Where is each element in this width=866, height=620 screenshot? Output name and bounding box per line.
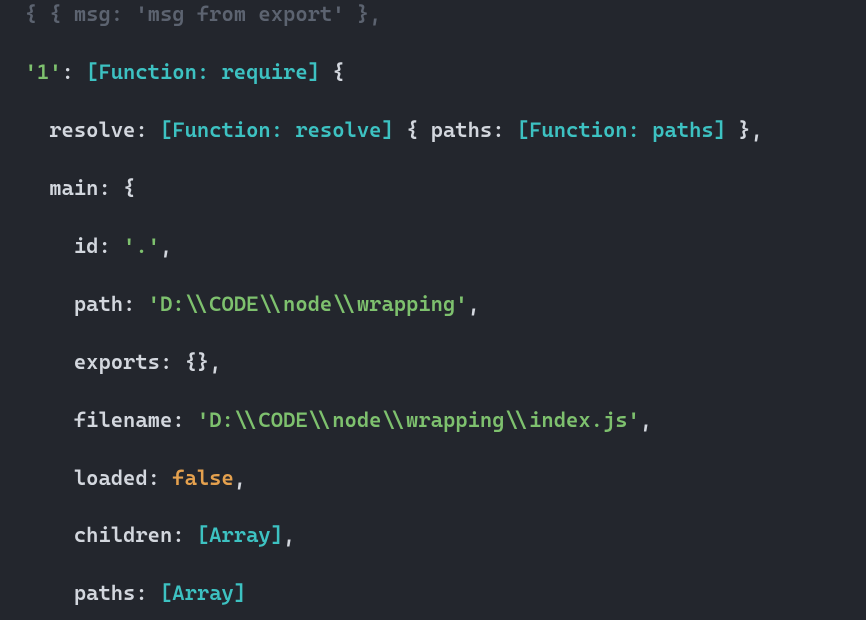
line-main-filename: filename: 'D:\\CODE\\node\\wrapping\\ind… — [0, 406, 866, 435]
line-main-path: path: 'D:\\CODE\\node\\wrapping', — [0, 290, 866, 319]
string-value: 'D:\\CODE\\node\\wrapping\\index.js' — [197, 408, 640, 432]
string-value: 'D:\\CODE\\node\\wrapping' — [148, 292, 468, 316]
line-main-paths: paths: [Array] — [0, 579, 866, 608]
array-value: [Array] — [160, 581, 246, 605]
line-main-id: id: '.', — [0, 232, 866, 261]
line-truncated: { { msg: 'msg from export' }, — [0, 0, 866, 29]
array-value: [Array] — [197, 523, 283, 547]
function-paths: [Function: paths] — [517, 118, 726, 142]
line-main-children: children: [Array], — [0, 521, 866, 550]
code-block: { { msg: 'msg from export' }, '1': [Func… — [0, 0, 866, 620]
line-main-exports: exports: {}, — [0, 348, 866, 377]
boolean-value: false — [172, 466, 234, 490]
line-key1: '1': [Function: require] { — [0, 58, 866, 87]
object-key: '1' — [25, 60, 62, 84]
truncated-prev: { — [0, 2, 49, 26]
line-resolve: resolve: [Function: resolve] { paths: [F… — [0, 116, 866, 145]
function-resolve: [Function: resolve] — [160, 118, 394, 142]
line-main-open: main: { — [0, 174, 866, 203]
line-main-loaded: loaded: false, — [0, 464, 866, 493]
function-require: [Function: require] — [86, 60, 320, 84]
string-value: '.' — [123, 234, 160, 258]
